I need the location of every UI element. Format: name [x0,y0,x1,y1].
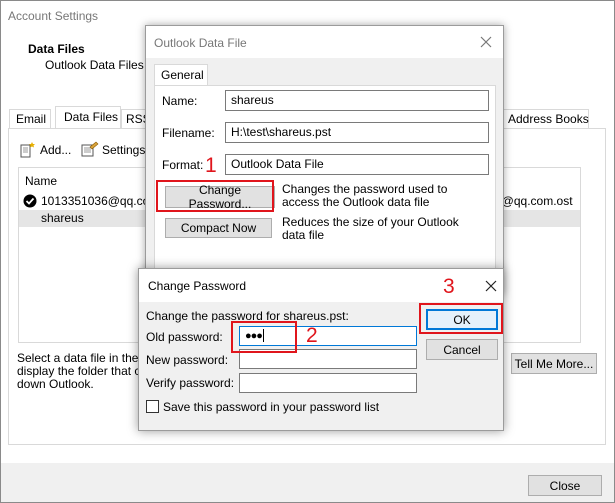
change-password-button[interactable]: Change Password... [165,183,275,211]
old-password-value: ●●● [245,330,263,342]
step2-number: 2 [306,324,318,347]
change-password-intro: Change the password for shareus.pst: [146,309,349,323]
compact-now-button[interactable]: Compact Now [165,218,272,238]
list-item-name: shareus [41,211,84,225]
tab-general[interactable]: General [154,64,208,86]
new-password-field[interactable] [239,349,417,369]
tab-data-files[interactable]: Data Files [55,106,121,129]
old-password-field[interactable]: ●●● [239,326,417,346]
tab-email-label: Email [16,112,47,126]
step1-number: 1 [205,154,217,177]
tab-email[interactable]: Email [9,109,51,129]
info-text-line: down Outlook. [17,377,94,391]
cancel-button[interactable]: Cancel [426,339,498,360]
add-button[interactable]: Add... [19,141,73,159]
name-field[interactable]: shareus [225,90,489,111]
verify-password-field[interactable] [239,373,417,393]
change-password-desc: access the Outlook data file [282,195,430,209]
tell-me-more-button[interactable]: Tell Me More... [511,353,597,374]
save-password-label: Save this password in your password list [163,400,380,414]
info-text-line: display the folder that c [17,364,141,378]
outlook-data-file-titlebar: Outlook Data File [146,26,503,58]
account-settings-title: Account Settings [8,9,99,23]
list-header-name: Name [25,174,58,188]
tab-address-books-label: Address Books [508,112,589,126]
tab-data-files-label: Data Files [64,110,119,124]
change-password-title: Change Password [148,279,247,293]
close-icon[interactable] [479,35,493,49]
section-heading: Data Files [28,42,85,56]
outlook-data-file-dialog: Outlook Data File General Name: shareus … [145,25,504,295]
name-label: Name: [162,94,198,108]
settings-button[interactable]: Settings... [81,141,155,159]
section-subheading: Outlook Data Files [45,58,144,72]
save-password-checkbox[interactable]: Save this password in your password list [146,399,386,415]
verify-password-label: Verify password: [146,376,235,390]
compact-now-desc: Reduces the size of your Outlook [282,215,459,229]
add-file-icon [19,142,37,158]
old-password-label: Old password: [146,330,223,344]
change-password-desc: Changes the password used to [282,182,448,196]
step3-number: 3 [443,275,455,298]
close-icon[interactable] [484,279,498,293]
tab-general-label: General [161,68,204,82]
tab-address-books[interactable]: Address Books [501,109,589,129]
outlook-data-file-title: Outlook Data File [154,36,247,50]
general-panel: Name: shareus Filename: H:\test\shareus.… [154,85,496,290]
filename-label: Filename: [162,126,215,140]
footer-bar [1,463,614,502]
format-label: Format: [162,158,204,172]
list-item-location: 6@qq.com.ost [495,194,573,208]
compact-now-desc: data file [282,228,325,242]
close-button[interactable]: Close [528,475,602,496]
settings-icon [81,141,99,157]
add-button-label: Add... [40,143,72,157]
checkbox-box[interactable] [146,400,159,413]
tab-rss-label: RSS [126,112,146,126]
filename-field[interactable]: H:\test\shareus.pst [225,122,489,143]
list-item-name: 1013351036@qq.com [41,194,160,208]
ok-button[interactable]: OK [426,309,498,330]
tab-rss[interactable]: RSS [121,109,147,129]
info-text-line: Select a data file in the l [17,351,145,365]
default-check-icon [23,194,37,208]
format-field: Outlook Data File [225,154,489,175]
new-password-label: New password: [146,353,229,367]
